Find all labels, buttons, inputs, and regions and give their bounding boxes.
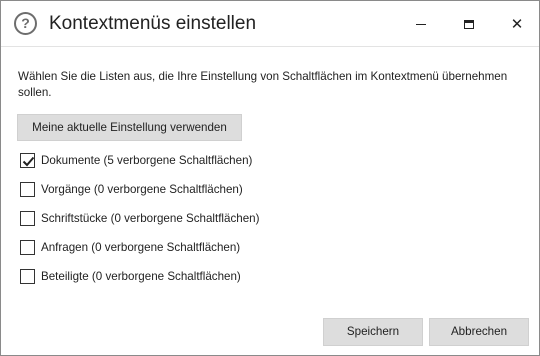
list-item-label: Vorgänge (0 verborgene Schaltflächen) bbox=[41, 182, 243, 196]
dialog-window: ? Kontextmenüs einstellen ✕ Wählen Sie d… bbox=[0, 0, 540, 356]
cancel-button[interactable]: Abbrechen bbox=[429, 318, 529, 346]
list-item-label: Schriftstücke (0 verborgene Schaltfläche… bbox=[41, 211, 260, 225]
title-bar[interactable]: ? Kontextmenüs einstellen ✕ bbox=[1, 1, 539, 47]
checkbox[interactable] bbox=[20, 181, 35, 197]
description-text: Wählen Sie die Listen aus, die Ihre Eins… bbox=[18, 70, 508, 99]
minimize-icon bbox=[416, 23, 426, 25]
list-item-dokumente[interactable]: Dokumente (5 verborgene Schaltflächen) bbox=[20, 151, 350, 169]
maximize-button[interactable] bbox=[451, 9, 487, 39]
checkmark-icon bbox=[22, 156, 35, 166]
checkbox[interactable] bbox=[20, 268, 35, 284]
checkbox[interactable] bbox=[20, 239, 35, 255]
list-item-label: Dokumente (5 verborgene Schaltflächen) bbox=[41, 153, 253, 167]
minimize-button[interactable] bbox=[403, 9, 439, 39]
checkbox[interactable] bbox=[20, 152, 35, 168]
list-item-anfragen[interactable]: Anfragen (0 verborgene Schaltflächen) bbox=[20, 238, 350, 256]
list-item-label: Beteiligte (0 verborgene Schaltflächen) bbox=[41, 269, 241, 283]
list-item-vorgaenge[interactable]: Vorgänge (0 verborgene Schaltflächen) bbox=[20, 180, 350, 198]
use-current-setting-button[interactable]: Meine aktuelle Einstellung verwenden bbox=[17, 114, 242, 141]
dialog-content: Wählen Sie die Listen aus, die Ihre Eins… bbox=[1, 48, 539, 355]
help-icon[interactable]: ? bbox=[14, 12, 37, 35]
close-button[interactable]: ✕ bbox=[499, 9, 535, 39]
checkbox[interactable] bbox=[20, 210, 35, 226]
list-item-beteiligte[interactable]: Beteiligte (0 verborgene Schaltflächen) bbox=[20, 267, 350, 285]
maximize-icon bbox=[464, 19, 474, 29]
list-item-schriftstuecke[interactable]: Schriftstücke (0 verborgene Schaltfläche… bbox=[20, 209, 350, 227]
close-icon: ✕ bbox=[510, 15, 524, 33]
window-title: Kontextmenüs einstellen bbox=[49, 13, 257, 34]
list-item-label: Anfragen (0 verborgene Schaltflächen) bbox=[41, 240, 241, 254]
save-button[interactable]: Speichern bbox=[323, 318, 423, 346]
